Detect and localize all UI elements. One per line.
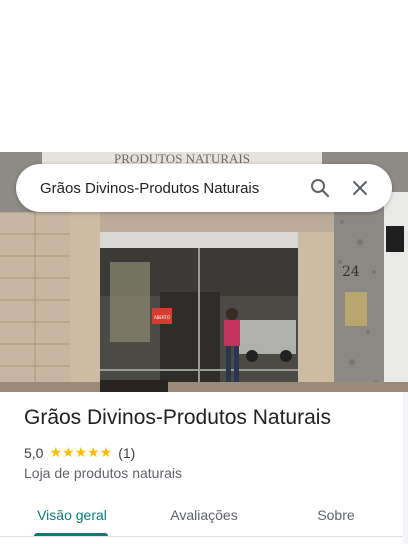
- tabs-divider: [0, 536, 408, 537]
- review-count[interactable]: (1): [118, 445, 135, 461]
- search-input[interactable]: Grãos Divinos-Produtos Naturais: [40, 180, 300, 197]
- tab-overview[interactable]: Visão geral: [24, 494, 120, 536]
- search-icon[interactable]: [300, 168, 340, 208]
- tab-reviews[interactable]: Avaliações: [156, 494, 252, 536]
- tab-bar: Visão geral Avaliações Sobre: [0, 494, 408, 536]
- door-sign-text: ABERTO: [154, 315, 170, 320]
- svg-text:24: 24: [342, 264, 360, 280]
- place-category[interactable]: Loja de produtos naturais: [24, 465, 182, 481]
- search-bar[interactable]: Grãos Divinos-Produtos Naturais: [16, 164, 392, 212]
- place-title: Grãos Divinos-Produtos Naturais: [24, 406, 331, 429]
- rating-value: 5,0: [24, 444, 44, 461]
- close-icon[interactable]: [340, 168, 380, 208]
- star-icon: ★★★★★: [49, 444, 113, 460]
- rating-row[interactable]: 5,0 ★★★★★ (1): [24, 444, 135, 461]
- tab-about[interactable]: Sobre: [292, 494, 380, 536]
- scrollbar[interactable]: [403, 392, 408, 544]
